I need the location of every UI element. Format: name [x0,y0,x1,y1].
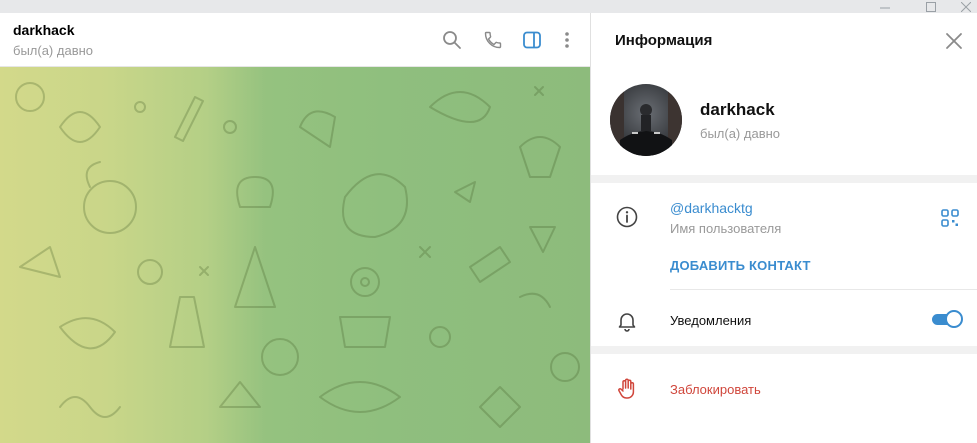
profile-name: darkhack [700,100,775,119]
block-user-button[interactable]: Заблокировать [670,382,761,397]
section-separator [591,175,977,183]
maximize-icon[interactable] [908,0,954,13]
info-icon [615,205,639,229]
info-panel-title: Информация [615,32,713,49]
window-title-bar [0,0,977,13]
avatar[interactable] [610,84,682,156]
chat-last-seen: был(а) давно [13,43,94,58]
profile-last-seen: был(а) давно [700,126,781,141]
notifications-toggle[interactable] [932,310,963,328]
close-icon[interactable] [943,30,965,52]
info-panel: Информация darkhack был(а) давно @darkha… [591,13,977,443]
username-link[interactable]: @darkhacktg [670,200,753,216]
chat-panel: darkhack был(а) давно [0,13,591,443]
sidebar-toggle-icon[interactable] [520,28,544,52]
more-vertical-icon[interactable] [555,28,579,52]
hand-stop-icon [615,377,639,401]
section-separator [591,346,977,354]
chat-title[interactable]: darkhack [13,22,74,38]
notifications-label: Уведомления [670,313,752,328]
search-icon[interactable] [440,28,464,52]
qr-code-icon[interactable] [941,209,959,227]
toggle-knob [945,310,963,328]
chat-header[interactable]: darkhack был(а) давно [0,13,591,67]
row-divider [670,289,977,290]
app-window: darkhack был(а) давно Информация darkhac… [0,0,977,443]
doodle-pattern-icon [15,82,580,428]
add-contact-button[interactable]: ДОБАВИТЬ КОНТАКТ [670,258,811,273]
username-caption: Имя пользователя [670,221,782,236]
chat-background [0,67,591,443]
phone-icon[interactable] [481,28,505,52]
bell-icon [615,309,639,333]
window-close-icon[interactable] [954,0,977,13]
minimize-icon[interactable] [862,0,908,13]
